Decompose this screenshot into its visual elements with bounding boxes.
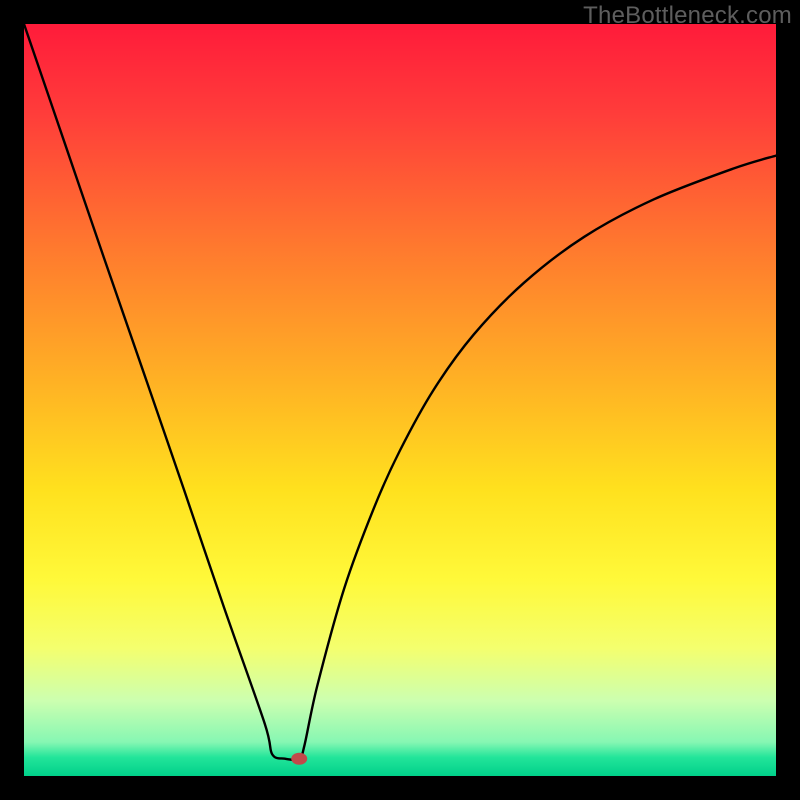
chart-frame: TheBottleneck.com xyxy=(0,0,800,800)
minimum-marker xyxy=(291,753,307,765)
chart-svg xyxy=(24,24,776,776)
plot-area xyxy=(24,24,776,776)
gradient-background xyxy=(24,24,776,776)
watermark-text: TheBottleneck.com xyxy=(583,2,792,30)
